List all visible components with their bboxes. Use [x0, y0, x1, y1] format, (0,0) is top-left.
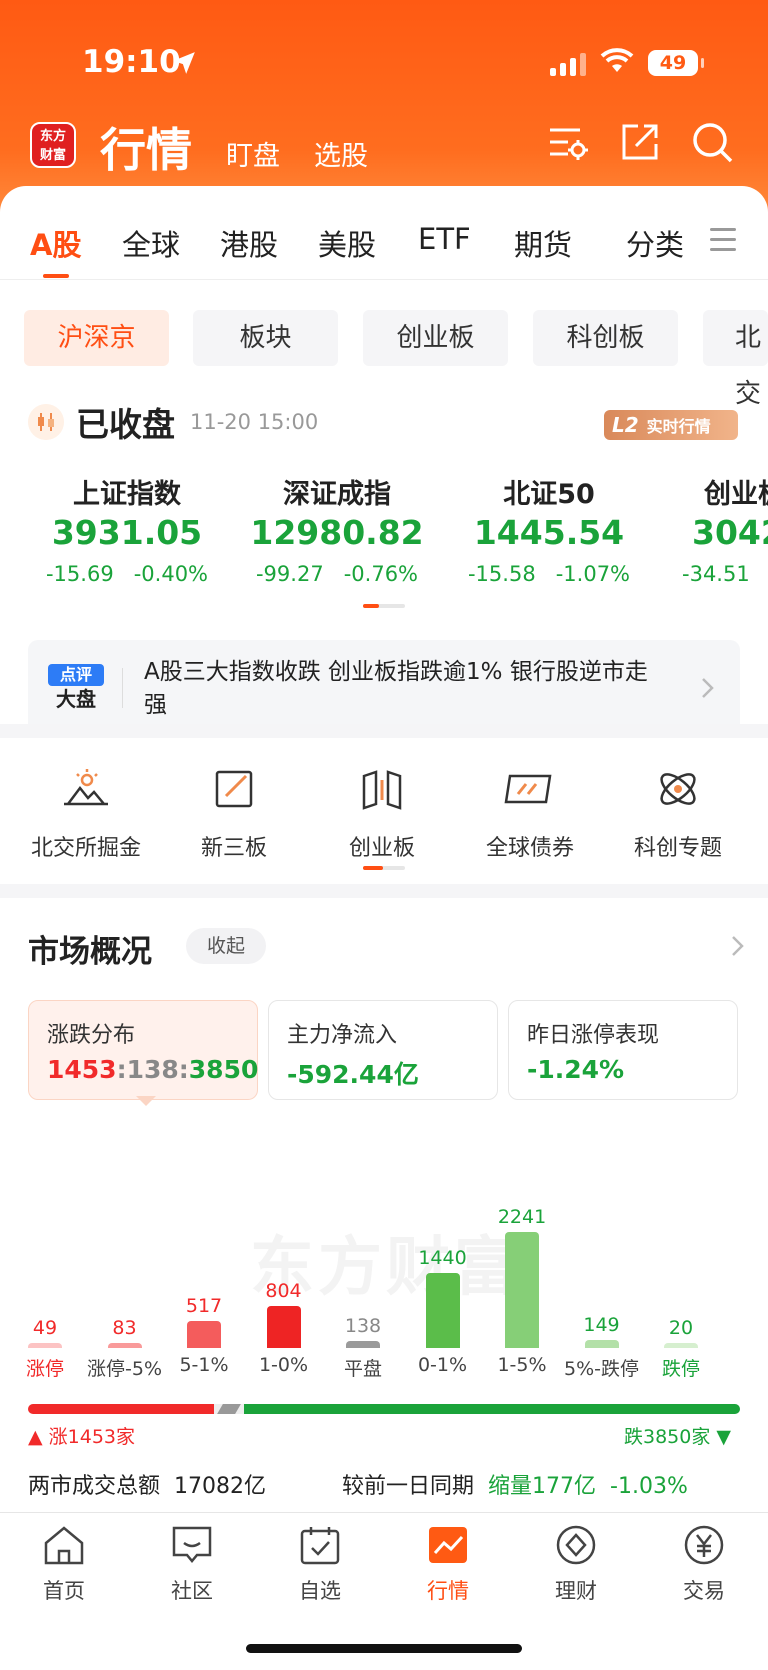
tab-watch[interactable]: 盯盘 — [226, 134, 280, 173]
advance-segment — [28, 1404, 214, 1414]
bar-4 — [346, 1340, 380, 1348]
bar-value-label: 517 — [185, 1295, 223, 1318]
chat-bubble-icon — [172, 1526, 212, 1563]
wifi-icon — [600, 48, 634, 72]
bar-value-label: 1440 — [418, 1247, 467, 1270]
flat-segment — [217, 1404, 241, 1414]
header: 19:10 49 东方 财富 行情 盯盘 选股 — [0, 0, 768, 215]
bar-6 — [505, 1232, 539, 1348]
settings-list-icon[interactable] — [546, 120, 590, 164]
distribution-chart: 东方财富 49 涨停 83 涨停-5% 517 5-1% 804 1-0% 138 平盘 1440 0… — [0, 1116, 768, 1380]
nav-home[interactable]: 首页 — [0, 1523, 128, 1605]
bar-value-label: 20 — [668, 1317, 694, 1339]
status-time: 19:10 — [82, 44, 181, 80]
card-advance-decline[interactable]: 涨跌分布 1453:138:3850 — [28, 1000, 258, 1100]
bar-value-label: 49 — [32, 1317, 58, 1339]
bar-7 — [584, 1340, 619, 1348]
chevron-right-icon[interactable] — [730, 934, 746, 958]
nav-community[interactable]: 社区 — [128, 1523, 256, 1605]
market-overview: 市场概况 收起 涨跌分布 1453:138:3850 主力净流入 -592.44… — [0, 186, 768, 1512]
checklist-icon — [300, 1527, 340, 1565]
card-limit-up-performance[interactable]: 昨日涨停表现 -1.24% — [508, 1000, 738, 1100]
status-bar: 19:10 49 — [0, 40, 768, 90]
nav-watchlist[interactable]: 自选 — [256, 1523, 384, 1605]
search-icon[interactable] — [690, 120, 734, 164]
collapse-button[interactable]: 收起 — [186, 928, 266, 964]
decline-segment — [244, 1404, 740, 1414]
bar-3 — [266, 1306, 301, 1348]
market-overview-title: 市场概况 — [28, 934, 152, 970]
yuan-circle-icon — [684, 1525, 724, 1565]
bar-value-label: 83 — [112, 1317, 137, 1339]
advance-count-label: ▲ 涨1453家 — [28, 1426, 136, 1448]
advance-decline-ratio-bar — [28, 1404, 740, 1414]
bar-8 — [664, 1343, 698, 1348]
nav-wealth[interactable]: 理财 — [512, 1523, 640, 1605]
active-card-caret — [136, 1096, 156, 1106]
bar-category-label: 跌停 — [661, 1358, 700, 1380]
bar-2 — [187, 1321, 221, 1348]
bar-value-label: 149 — [583, 1314, 620, 1337]
tab-stock-picker[interactable]: 选股 — [314, 134, 368, 173]
bar-value-label: 138 — [344, 1314, 382, 1337]
share-icon[interactable] — [618, 120, 662, 164]
bar-value-label: 804 — [265, 1280, 302, 1303]
bar-1 — [107, 1343, 142, 1348]
location-icon — [173, 52, 195, 74]
card-main-net-inflow[interactable]: 主力净流入 -592.44亿 — [268, 1000, 498, 1100]
bar-0 — [28, 1343, 62, 1348]
home-indicator — [246, 1644, 522, 1653]
top-bar: 东方 财富 行情 盯盘 选股 — [0, 110, 768, 180]
battery-icon: 49 — [648, 50, 704, 76]
decline-count-label: 跌3850家 ▼ — [624, 1426, 732, 1448]
app-logo[interactable]: 东方 财富 — [30, 122, 76, 168]
nav-market[interactable]: 行情 — [384, 1523, 512, 1605]
total-turnover: 两市成交总额 17082亿 — [28, 1474, 267, 1499]
app-screen: 19:10 49 东方 财富 行情 盯盘 选股 A股 全球 港股 美股 ETF 期… — [0, 0, 768, 1670]
home-icon — [44, 1526, 84, 1565]
turnover-vs-yesterday: 较前一日同期 缩量177亿 -1.03% — [342, 1474, 688, 1499]
cellular-signal-icon — [550, 52, 586, 76]
market-chart-icon — [429, 1527, 467, 1563]
diamond-circle-icon — [556, 1525, 596, 1565]
nav-trade[interactable]: 交易 — [640, 1523, 768, 1605]
bar-value-label: 2241 — [497, 1206, 547, 1228]
bar-5 — [425, 1273, 460, 1348]
page-title[interactable]: 行情 — [100, 114, 192, 180]
